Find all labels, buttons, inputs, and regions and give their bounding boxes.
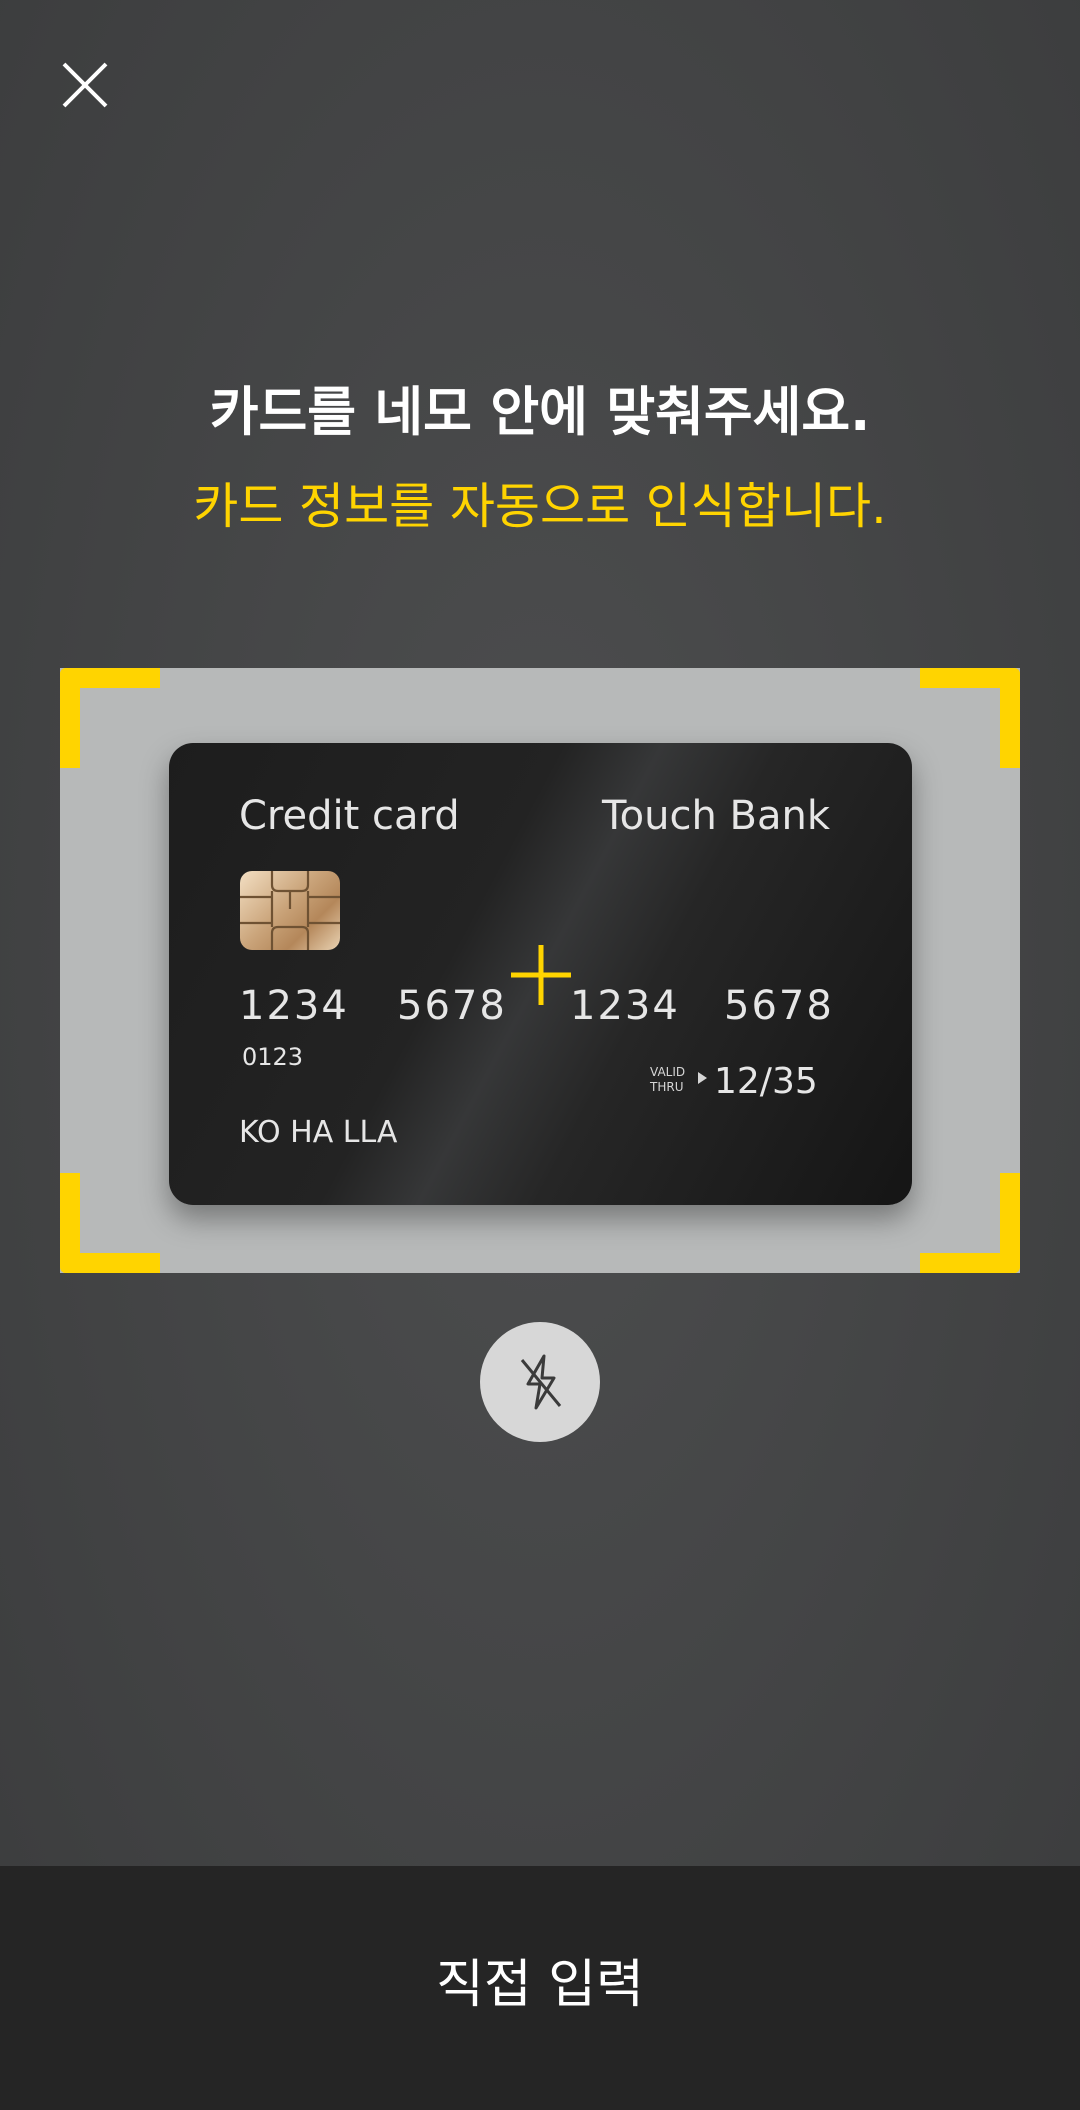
card-chip-icon <box>240 871 340 950</box>
card-title: Credit card <box>239 793 460 839</box>
card-bank-name: Touch Bank <box>602 793 830 839</box>
crosshair-icon <box>511 945 571 1005</box>
sample-credit-card: Credit card Touch Bank 1234 5678 1234 56… <box>169 743 912 1205</box>
valid-thru-label: VALID THRU <box>650 1065 685 1095</box>
card-small-number: 0123 <box>242 1043 304 1071</box>
frame-corner-top-left <box>60 668 160 768</box>
page-title: 카드를 네모 안에 맞춰주세요. <box>209 382 871 443</box>
valid-label-line-1: VALID <box>650 1065 686 1079</box>
valid-label-line-2: THRU <box>650 1080 684 1094</box>
card-number-group-4: 5678 <box>724 983 834 1029</box>
manual-input-button[interactable]: 직접 입력 <box>0 1866 1080 2110</box>
card-number-group-2: 5678 <box>397 983 507 1029</box>
page-subtitle: 카드 정보를 자동으로 인식합니다. <box>193 478 887 535</box>
scan-frame: Credit card Touch Bank 1234 5678 1234 56… <box>60 668 1020 1273</box>
flash-toggle-button[interactable] <box>480 1322 600 1442</box>
frame-corner-bottom-left <box>60 1173 160 1273</box>
manual-input-label: 직접 입력 <box>436 1955 644 2015</box>
card-number-group-3: 1234 <box>570 983 680 1029</box>
close-icon <box>62 62 108 108</box>
card-holder-name: KO HA LLA <box>239 1115 398 1150</box>
frame-corner-top-right <box>920 668 1020 768</box>
frame-corner-bottom-right <box>920 1173 1020 1273</box>
card-scan-screen: { "close": { "icon": "close-icon" }, "he… <box>0 0 1080 2110</box>
flash-off-icon <box>520 1354 562 1410</box>
valid-arrow-icon <box>698 1072 707 1084</box>
close-button[interactable] <box>40 40 130 130</box>
card-valid-date: 12/35 <box>714 1061 818 1102</box>
card-number-group-1: 1234 <box>239 983 349 1029</box>
